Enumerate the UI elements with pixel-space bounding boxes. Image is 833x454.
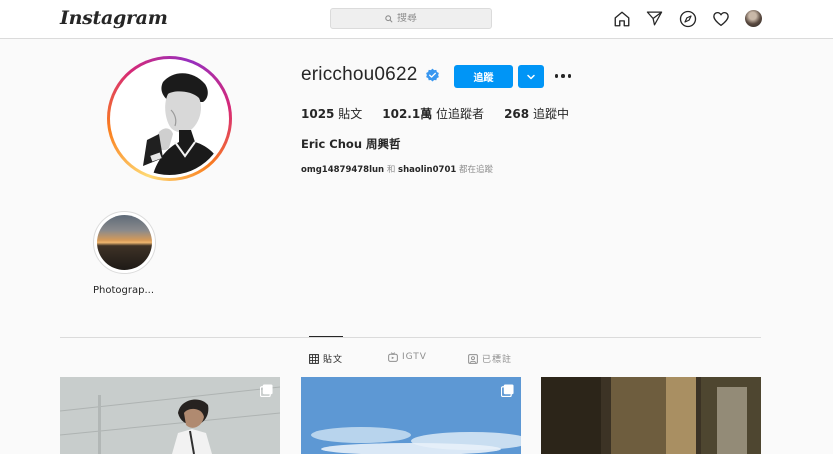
profile-username: ericchou0622	[301, 64, 418, 85]
post-image	[541, 377, 761, 454]
direct-messages-icon[interactable]	[645, 9, 664, 28]
profile-stats: 1025 貼文 102.1萬 位追蹤者 268 追蹤中	[301, 105, 589, 122]
profile-photo-image	[113, 62, 226, 175]
post-thumbnail[interactable]	[60, 377, 280, 454]
story-highlight-cover	[97, 215, 152, 270]
following-count-label: 追蹤中	[532, 107, 569, 121]
search-icon	[385, 14, 393, 23]
post-image	[60, 377, 280, 454]
igtv-icon	[388, 352, 398, 362]
home-icon[interactable]	[612, 9, 631, 28]
search-input[interactable]	[397, 13, 437, 24]
verified-badge-icon	[426, 68, 439, 82]
multiple-photos-icon	[501, 384, 514, 397]
following-count-value: 268	[504, 107, 530, 121]
story-highlight[interactable]	[93, 211, 156, 274]
followed-by-text[interactable]: omg14879478lun 和 shaolin0701 都在追蹤	[301, 163, 493, 175]
search-box[interactable]	[330, 8, 492, 29]
profile-picture[interactable]	[107, 56, 232, 181]
more-options-button[interactable]	[553, 68, 573, 84]
activity-heart-icon[interactable]	[711, 9, 730, 28]
active-tab-indicator	[309, 336, 343, 337]
followed-by-suffix: 都在追蹤	[458, 165, 493, 175]
story-highlight-label: Photograp...	[93, 285, 154, 296]
suggested-accounts-dropdown-button[interactable]	[518, 65, 544, 88]
followed-by-connector: 和	[386, 165, 396, 175]
explore-compass-icon[interactable]	[678, 9, 697, 28]
multiple-photos-icon	[260, 384, 273, 397]
posts-count: 1025 貼文	[301, 105, 362, 122]
following-count[interactable]: 268 追蹤中	[504, 105, 569, 122]
tab-tagged[interactable]: 已標註	[468, 352, 512, 365]
chevron-down-icon	[527, 74, 535, 79]
top-nav-bar: Instagram	[0, 0, 833, 39]
more-dot-icon	[561, 74, 565, 78]
tagged-icon	[468, 353, 478, 364]
post-thumbnail[interactable]	[541, 377, 761, 454]
tab-posts[interactable]: 貼文	[309, 352, 343, 365]
tab-tagged-label: 已標註	[482, 355, 513, 365]
posts-count-label: 貼文	[338, 107, 363, 121]
profile-avatar[interactable]	[745, 10, 762, 27]
followers-count-label: 位追蹤者	[436, 107, 485, 121]
tab-igtv[interactable]: IGTV	[388, 352, 427, 362]
follow-button[interactable]: 追蹤	[454, 65, 513, 88]
followers-count[interactable]: 102.1萬 位追蹤者	[382, 105, 484, 122]
more-dot-icon	[567, 74, 572, 78]
tabs-divider	[60, 337, 761, 338]
grid-icon	[309, 353, 319, 364]
more-dot-icon	[554, 74, 559, 78]
followed-by-user-2[interactable]: shaolin0701	[398, 165, 456, 175]
posts-count-value: 1025	[301, 107, 335, 121]
instagram-logo[interactable]: Instagram	[60, 7, 168, 29]
tab-posts-label: 貼文	[323, 355, 344, 365]
post-image	[301, 377, 521, 454]
profile-full-name: Eric Chou 周興哲	[301, 137, 401, 151]
post-thumbnail[interactable]	[301, 377, 521, 454]
followed-by-user-1[interactable]: omg14879478lun	[301, 165, 384, 175]
followers-count-value: 102.1萬	[382, 107, 433, 121]
tab-igtv-label: IGTV	[402, 352, 427, 362]
